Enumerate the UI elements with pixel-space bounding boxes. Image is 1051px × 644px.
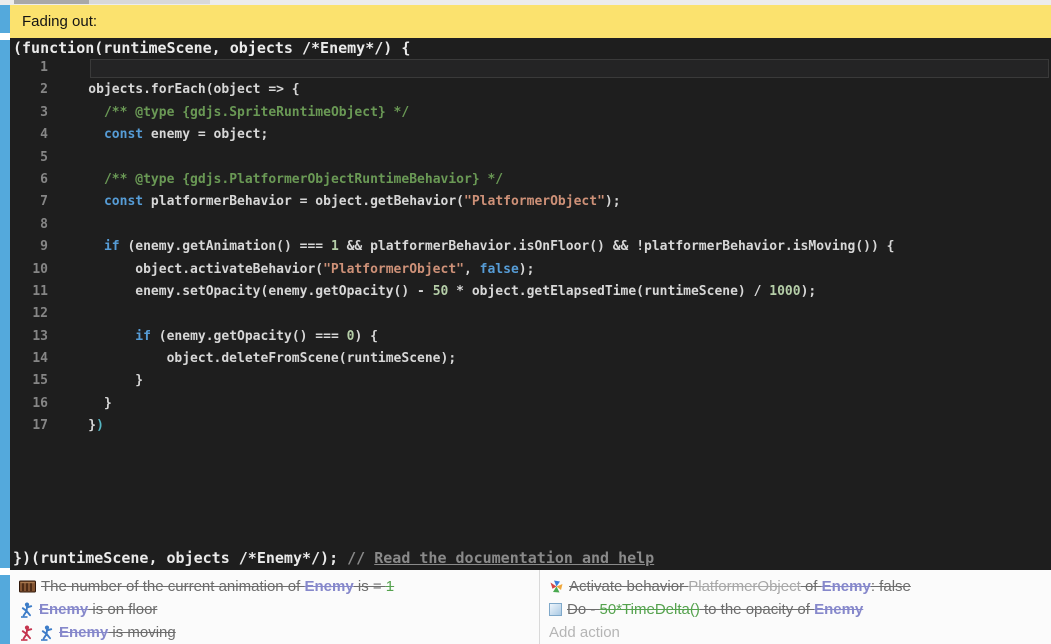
code-text: if (enemy.getAnimation() === 1 && platfo…	[57, 236, 894, 258]
actions-column[interactable]: Activate behavior PlatformerObject of En…	[540, 570, 1051, 644]
code-editor[interactable]: (function(runtimeScene, objects /*Enemy*…	[10, 38, 1051, 570]
action-text: Add action	[549, 624, 620, 641]
code-line[interactable]: 7 const platformerBehavior = object.getB…	[10, 191, 1051, 213]
event-comment-bar[interactable]: Fading out:	[10, 5, 1051, 38]
line-number: 15	[10, 370, 57, 392]
code-text: /** @type {gdjs.SpriteRuntimeObject} */	[57, 102, 409, 124]
code-line[interactable]: 6 /** @type {gdjs.PlatformerObjectRuntim…	[10, 169, 1051, 191]
line-number: 2	[10, 79, 57, 101]
action-text: Do - 50*TimeDelta() to the opacity of En…	[567, 601, 863, 618]
event-sheet-row: The number of the current animation of E…	[10, 570, 1051, 644]
platformer-icon	[39, 625, 54, 641]
condition-text: Enemy is on floor	[39, 601, 157, 618]
code-line[interactable]: 10 object.activateBehavior("PlatformerOb…	[10, 259, 1051, 281]
code-line[interactable]: 4 const enemy = object;	[10, 124, 1051, 146]
code-text: }	[57, 393, 112, 415]
event-indent-strip	[0, 40, 10, 568]
code-line[interactable]: 12	[10, 303, 1051, 325]
code-text: if (enemy.getOpacity() === 0) {	[57, 326, 378, 348]
code-text: const platformerBehavior = object.getBeh…	[57, 191, 621, 213]
condition-text: The number of the current animation of E…	[41, 578, 394, 595]
action-text: Activate behavior PlatformerObject of En…	[569, 578, 911, 595]
line-number: 3	[10, 102, 57, 124]
top-scrollbar-fragment	[14, 0, 89, 4]
invert-icon	[19, 625, 34, 641]
condition-row[interactable]: Enemy is on floor	[10, 598, 539, 621]
top-scrollbar-track	[89, 0, 210, 4]
code-text: const enemy = object;	[57, 124, 268, 146]
line-number: 17	[10, 415, 57, 437]
line-number: 7	[10, 191, 57, 213]
platformer-icon	[19, 602, 34, 618]
condition-row[interactable]: Enemy is moving	[10, 621, 539, 644]
line-number: 10	[10, 259, 57, 281]
code-line[interactable]: 14 object.deleteFromScene(runtimeScene);	[10, 348, 1051, 370]
function-wrapper-close-line: })(runtimeScene, objects /*Enemy*/); // …	[13, 549, 654, 567]
code-line[interactable]: 11 enemy.setOpacity(enemy.getOpacity() -…	[10, 281, 1051, 303]
event-comment-text: Fading out:	[22, 13, 97, 30]
action-row[interactable]: Activate behavior PlatformerObject of En…	[540, 575, 1051, 598]
animation-icon	[19, 580, 36, 593]
line-number: 1	[10, 57, 57, 79]
code-line[interactable]: 9 if (enemy.getAnimation() === 1 && plat…	[10, 236, 1051, 258]
gdevelop-js-code-event: Fading out: (function(runtimeScene, obje…	[0, 0, 1051, 644]
comment-slashes: //	[347, 549, 374, 567]
code-line[interactable]: 17 })	[10, 415, 1051, 437]
code-line[interactable]: 1	[10, 57, 1051, 79]
code-line[interactable]: 2 objects.forEach(object => {	[10, 79, 1051, 101]
code-text: objects.forEach(object => {	[57, 79, 300, 101]
code-line[interactable]: 15 }	[10, 370, 1051, 392]
code-line[interactable]: 8	[10, 214, 1051, 236]
condition-row[interactable]: The number of the current animation of E…	[10, 575, 539, 598]
code-line[interactable]: 3 /** @type {gdjs.SpriteRuntimeObject} *…	[10, 102, 1051, 124]
documentation-link[interactable]: Read the documentation and help	[374, 549, 654, 567]
code-line[interactable]: 5	[10, 147, 1051, 169]
conditions-column[interactable]: The number of the current animation of E…	[10, 570, 539, 644]
code-text: enemy.setOpacity(enemy.getOpacity() - 50…	[57, 281, 816, 303]
function-wrapper-open-line: (function(runtimeScene, objects /*Enemy*…	[13, 39, 410, 57]
line-number: 5	[10, 147, 57, 169]
line-number: 12	[10, 303, 57, 325]
code-lines[interactable]: 12 objects.forEach(object => {3 /** @typ…	[10, 57, 1051, 438]
code-line[interactable]: 13 if (enemy.getOpacity() === 0) {	[10, 326, 1051, 348]
condition-text: Enemy is moving	[59, 624, 176, 641]
line-number: 8	[10, 214, 57, 236]
action-row[interactable]: Add action	[540, 621, 1051, 644]
wrapper-close-code: })(runtimeScene, objects /*Enemy*/);	[13, 549, 347, 567]
event-indent-strip	[0, 575, 10, 644]
code-text: })	[57, 415, 104, 437]
line-number: 6	[10, 169, 57, 191]
action-row[interactable]: Do - 50*TimeDelta() to the opacity of En…	[540, 598, 1051, 621]
opacity-icon	[549, 603, 562, 616]
code-line[interactable]: 16 }	[10, 393, 1051, 415]
code-text: /** @type {gdjs.PlatformerObjectRuntimeB…	[57, 169, 503, 191]
code-text: object.activateBehavior("PlatformerObjec…	[57, 259, 534, 281]
line-number: 13	[10, 326, 57, 348]
line-number: 9	[10, 236, 57, 258]
line-number: 4	[10, 124, 57, 146]
code-text: object.deleteFromScene(runtimeScene);	[57, 348, 456, 370]
line-number: 14	[10, 348, 57, 370]
code-text: }	[57, 370, 143, 392]
behavior-icon	[549, 579, 564, 594]
event-indent-strip	[0, 5, 10, 33]
line-number: 11	[10, 281, 57, 303]
line-number: 16	[10, 393, 57, 415]
